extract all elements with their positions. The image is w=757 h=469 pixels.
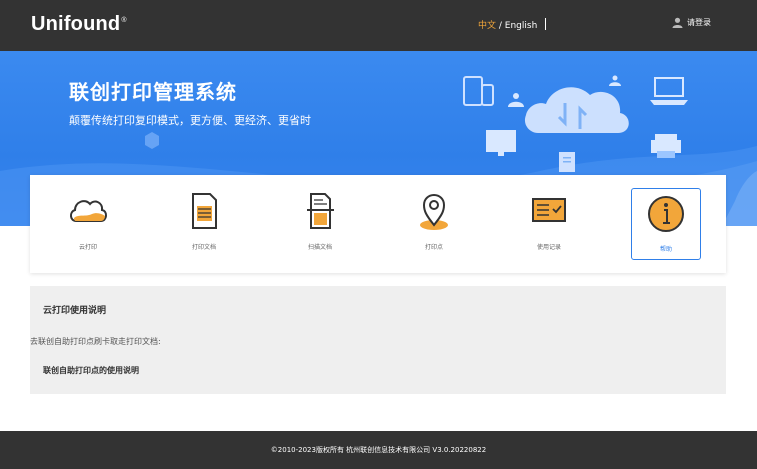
copyright-text: ©2010-2023版权所有 杭州联创信息技术有限公司 V3.0.2022082…: [270, 446, 487, 454]
location-pin-icon: [420, 193, 448, 230]
print-document-item[interactable]: 打印文档: [169, 175, 239, 273]
scan-document-icon: [307, 193, 334, 229]
unifound-logo[interactable]: Unifound®: [31, 13, 127, 36]
cloud-sync-icon: [524, 87, 629, 133]
help-description: 去联创自助打印点刷卡取走打印文档:: [30, 337, 161, 346]
document-icon: [192, 193, 217, 229]
function-label: 云打印: [78, 244, 97, 251]
banner-subtitle: 颠覆传统打印复印模式，更方便、更经济、更省时: [69, 114, 311, 127]
login-link[interactable]: 请登录: [672, 17, 711, 28]
help-item[interactable]: 帮助: [631, 188, 701, 260]
print-point-item[interactable]: 打印点: [399, 175, 469, 273]
login-label: 请登录: [687, 18, 711, 27]
language-switcher: 中文 / English: [478, 18, 547, 31]
divider: [545, 18, 547, 30]
cloud-icon: [70, 200, 107, 222]
function-label: 使用记录: [536, 244, 561, 251]
help-panel: 云打印使用说明 去联创自助打印点刷卡取走打印文档: 联创自助打印点的使用说明: [30, 286, 726, 394]
function-label: 打印点: [424, 244, 443, 251]
usage-record-item[interactable]: 使用记录: [514, 175, 584, 273]
scan-document-item[interactable]: 扫描文档: [285, 175, 355, 273]
user-icon: [672, 17, 683, 28]
lang-english-link[interactable]: English: [505, 21, 538, 31]
usage-record-icon: [532, 198, 566, 222]
info-icon: [648, 196, 684, 232]
lang-chinese-link[interactable]: 中文: [478, 21, 496, 31]
function-label: 扫描文档: [307, 244, 332, 251]
banner-title: 联创打印管理系统: [69, 80, 237, 104]
footer: ©2010-2023版权所有 杭州联创信息技术有限公司 V3.0.2022082…: [0, 431, 757, 469]
function-menu: 云打印 打印文档 扫描文档 打印点 使用记录 帮助: [30, 175, 726, 273]
function-label: 帮助: [659, 246, 672, 253]
help-title: 云打印使用说明: [43, 306, 107, 316]
cloud-print-item[interactable]: 云打印: [53, 175, 123, 273]
help-guide-link[interactable]: 联创自助打印点的使用说明: [43, 365, 139, 376]
top-nav-bar: Unifound® 中文 / English 请登录: [0, 0, 757, 51]
lang-separator: /: [496, 21, 505, 31]
function-label: 打印文档: [191, 244, 216, 251]
